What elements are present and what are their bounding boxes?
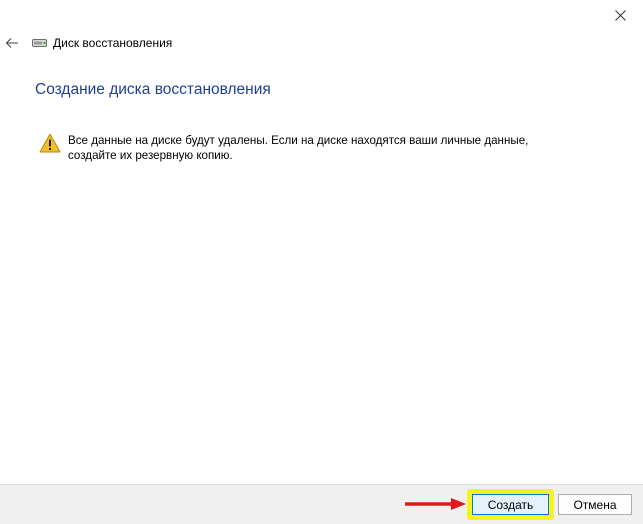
warning-text-line1: Все данные на диске будут удалены. Если … [68,134,529,147]
close-icon [614,9,626,21]
red-arrow-icon [405,498,466,510]
wizard-title: Диск восстановления [53,36,173,50]
wizard-nav-bar: Диск восстановления [0,30,643,56]
back-arrow-icon [5,38,18,48]
back-button[interactable] [1,32,23,54]
warning-text-line2: создайте их резервную копию. [68,149,233,162]
page-title: Создание диска восстановления [35,81,271,98]
close-button[interactable] [597,0,643,30]
drive-icon [32,38,48,48]
footer-bar: Создать Отмена [0,484,643,524]
warning-message: Все данные на диске будут удалены. Если … [39,133,548,163]
create-button[interactable]: Создать [472,494,549,515]
cancel-button[interactable]: Отмена [558,494,632,515]
warning-icon [39,133,61,153]
